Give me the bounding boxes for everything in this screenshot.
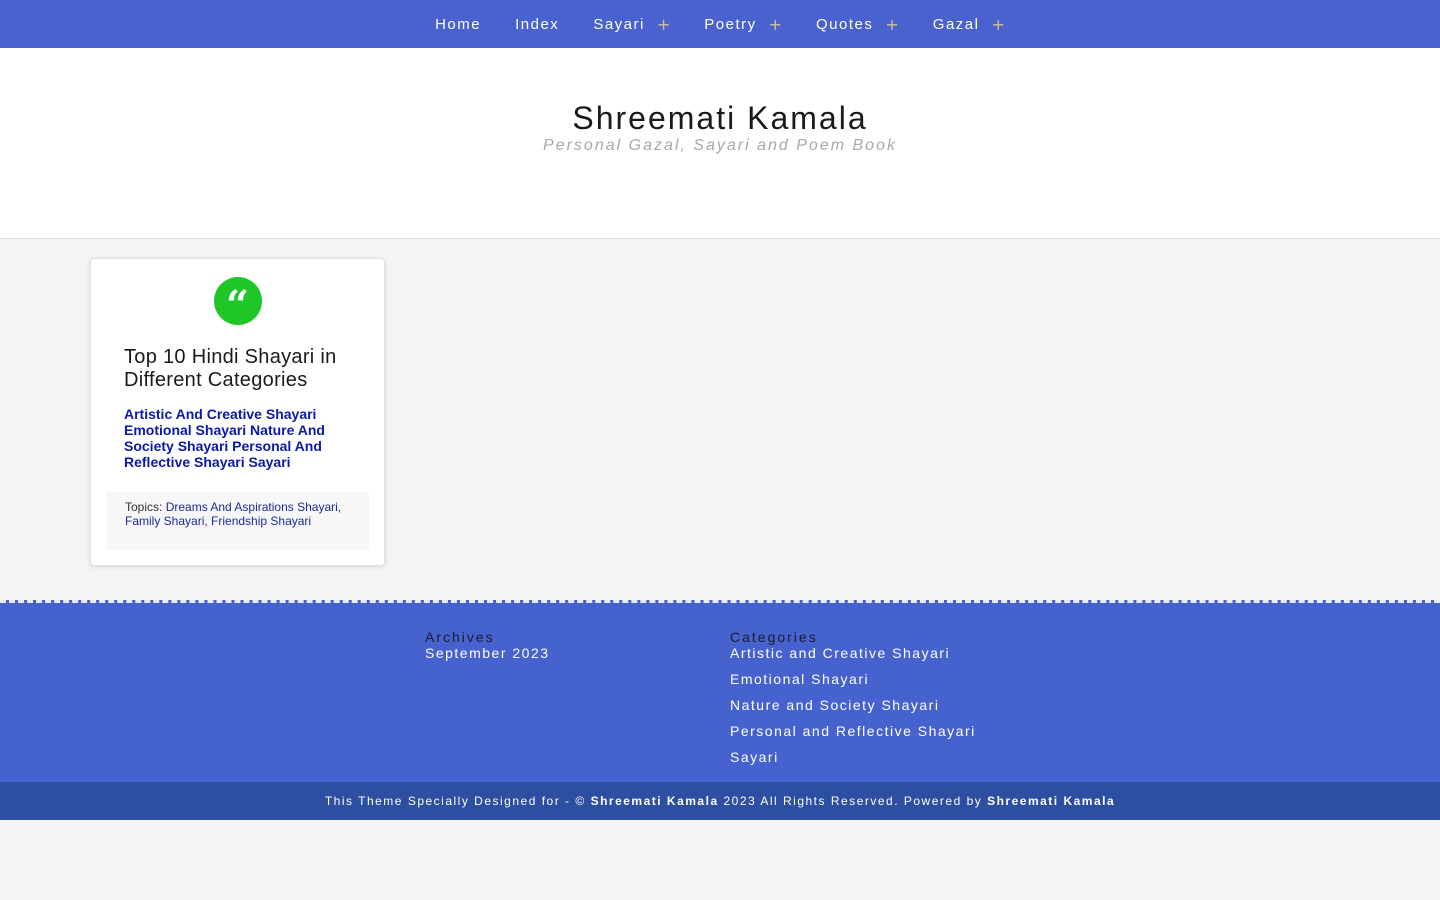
social-links [0,167,1440,187]
archives-list: September 2023 [425,645,550,661]
topic-link[interactable]: Dreams And Aspirations Shayari [166,500,338,514]
topic-link[interactable]: Family Shayari [125,514,204,528]
site-tagline: Personal Gazal, Sayari and Poem Book [543,137,897,154]
post-card: “ Top 10 Hindi Shayari in Different Cate… [90,258,385,566]
instagram-icon[interactable] [712,167,728,187]
site-header: Shreemati Kamala Personal Gazal, Sayari … [0,48,1440,239]
post-category-link[interactable]: Sayari [249,454,291,470]
topics-label: Topics: [125,500,163,514]
post-topics: Topics: Dreams And Aspirations Shayari, … [106,492,369,550]
footer-category-link[interactable]: Artistic and Creative Shayari [730,645,976,661]
categories-widget: Categories Artistic and Creative Shayari… [730,629,976,775]
site-footer: Archives September 2023 Categories Artis… [0,600,1440,782]
nav-menu: Home Index Sayari + Poetry + Quotes + Gazal + [418,15,1022,34]
nav-item-home[interactable]: Home [435,16,481,33]
nav-link-index[interactable]: Index [515,16,559,33]
topic-link[interactable]: Friendship Shayari [211,514,311,528]
twitter-icon[interactable] [748,167,764,187]
nav-item-quotes[interactable]: Quotes + [816,15,899,34]
powered-by-link[interactable]: Shreemati Kamala [987,794,1115,808]
post-category-link[interactable]: Artistic And Creative Shayari [124,406,316,422]
submenu-plus-icon[interactable]: + [885,15,898,34]
footer-category-link[interactable]: Sayari [730,749,976,765]
categories-heading: Categories [730,629,818,645]
categories-list: Artistic and Creative Shayari Emotional S… [730,645,976,765]
archives-widget: Archives September 2023 [425,629,550,661]
submenu-plus-icon[interactable]: + [769,15,782,34]
submenu-plus-icon[interactable]: + [991,15,1004,34]
top-navigation: Home Index Sayari + Poetry + Quotes + Gazal + [0,0,1440,48]
nav-link-quotes[interactable]: Quotes [816,16,873,33]
nav-link-gazal[interactable]: Gazal [933,16,980,33]
archive-link[interactable]: September 2023 [425,645,550,661]
footer-category-link[interactable]: Personal and Reflective Shayari [730,723,976,739]
copyright-owner-link[interactable]: Shreemati Kamala [591,794,719,808]
copyright-middle: 2023 All Rights Reserved. Powered by [723,794,983,808]
footer-category-link[interactable]: Emotional Shayari [730,671,976,687]
main-content: “ Top 10 Hindi Shayari in Different Cate… [0,239,1440,600]
footer-category-link[interactable]: Nature and Society Shayari [730,697,976,713]
site-title[interactable]: Shreemati Kamala [0,100,1440,136]
post-categories: Artistic And Creative Shayari Emotional … [124,406,354,470]
nav-link-sayari[interactable]: Sayari [593,16,645,33]
copyright-prefix: This Theme Specially Designed for - © [324,794,586,808]
submenu-plus-icon[interactable]: + [657,15,670,34]
nav-item-index[interactable]: Index [515,16,559,33]
nav-item-poetry[interactable]: Poetry + [704,15,782,34]
post-title[interactable]: Top 10 Hindi Shayari in Different Catego… [124,346,354,392]
archives-heading: Archives [425,629,495,645]
nav-link-home[interactable]: Home [435,16,481,33]
facebook-icon[interactable] [676,167,692,187]
copyright-bar: This Theme Specially Designed for - © Sh… [0,782,1440,820]
post-category-link[interactable]: Emotional Shayari [124,422,246,438]
nav-item-gazal[interactable]: Gazal + [933,15,1005,34]
nav-item-sayari[interactable]: Sayari + [593,15,670,34]
nav-link-poetry[interactable]: Poetry [704,16,756,33]
quote-icon: “ [213,277,262,329]
